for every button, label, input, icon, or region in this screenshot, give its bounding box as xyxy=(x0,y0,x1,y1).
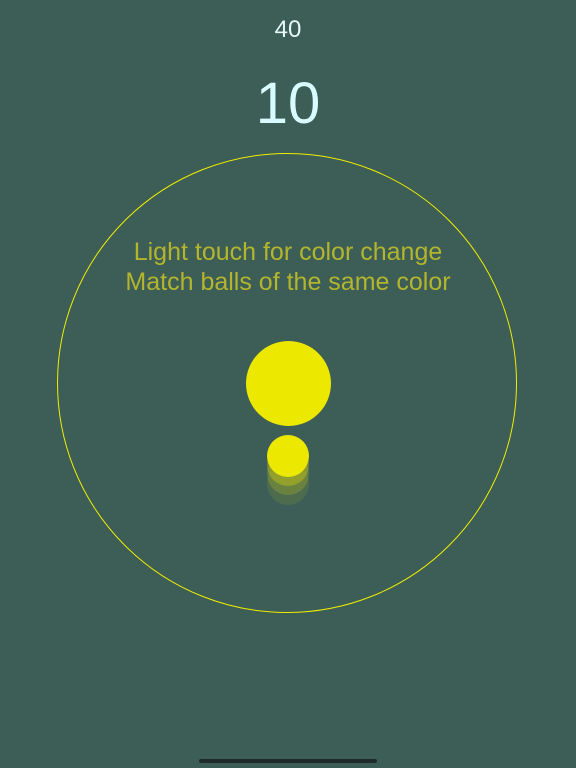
current-score: 10 xyxy=(255,71,321,136)
player-ball[interactable] xyxy=(267,435,309,477)
best-score: 40 xyxy=(274,16,302,43)
home-indicator[interactable] xyxy=(199,759,377,763)
instruction-line-2: Match balls of the same color xyxy=(125,268,451,296)
target-ball[interactable] xyxy=(246,341,331,426)
game-screen[interactable]: 40 10 Light touch for color change Match… xyxy=(0,0,576,768)
instruction-line-1: Light touch for color change xyxy=(133,238,443,266)
